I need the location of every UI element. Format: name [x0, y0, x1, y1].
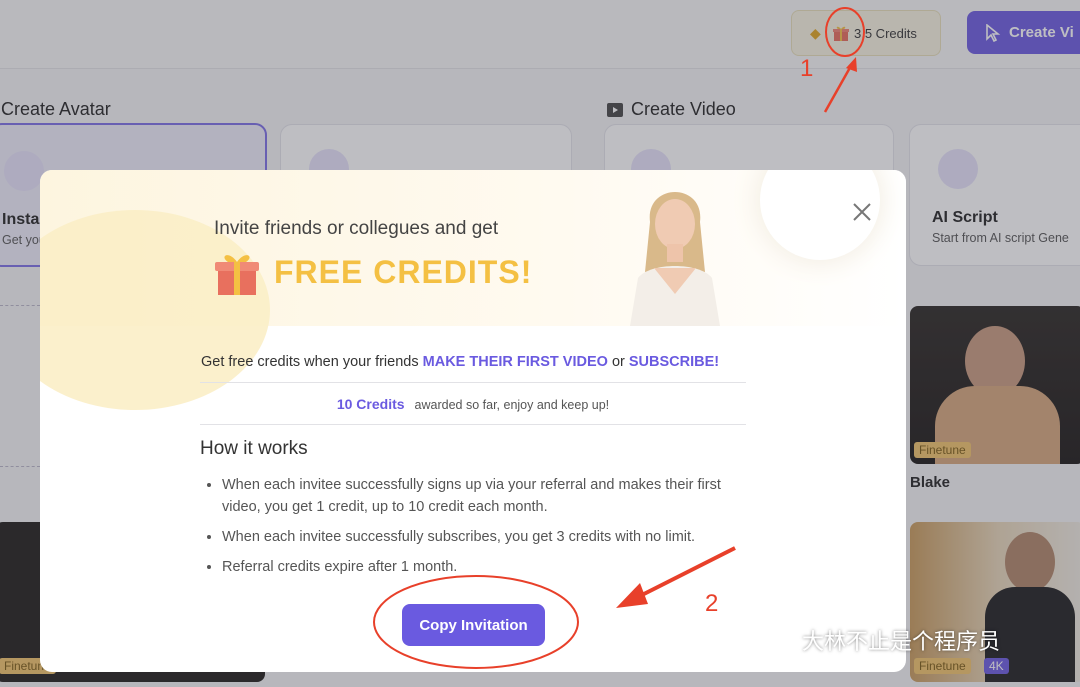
divider	[200, 424, 746, 425]
credits-awarded-count: 10 Credits	[336, 396, 405, 412]
referral-description-text: Get free credits when your friends	[201, 354, 423, 370]
copy-invitation-button[interactable]: Copy Invitation	[402, 604, 545, 646]
credits-awarded-text: awarded so far, enjoy and keep up!	[414, 398, 610, 412]
highlight-subscribe: SUBSCRIBE!	[628, 354, 720, 370]
list-item: Referral credits expire after 1 month.	[222, 556, 762, 578]
list-item: When each invitee successfully subscribe…	[222, 526, 762, 548]
banner-decoration	[40, 210, 270, 410]
watermark: 大林不止是个程序员	[760, 624, 1000, 656]
list-item: When each invitee successfully signs up …	[222, 474, 762, 518]
highlight-first-video: MAKE THEIR FIRST VIDEO	[422, 354, 608, 370]
how-it-works-list: When each invitee successfully signs up …	[206, 474, 762, 586]
modal-banner: Invite friends or collegues and get FREE…	[40, 170, 906, 410]
invite-text: Invite friends or collegues and get	[214, 218, 499, 239]
referral-modal: Invite friends or collegues and get FREE…	[40, 170, 906, 672]
referral-description-or: or	[607, 354, 629, 370]
divider	[200, 382, 746, 383]
free-credits-heading: FREE CREDITS!	[274, 254, 533, 290]
credits-awarded: 10 Credits awarded so far, enjoy and keep…	[200, 396, 746, 412]
close-icon[interactable]	[850, 200, 874, 224]
woman-portrait-image	[630, 192, 720, 326]
wechat-icon	[761, 627, 795, 653]
watermark-text: 大林不止是个程序员	[802, 629, 1001, 654]
how-it-works-title: How it works	[200, 438, 308, 459]
gift-icon	[215, 255, 259, 295]
referral-description: Get free credits when your friends MAKE …	[201, 354, 719, 370]
